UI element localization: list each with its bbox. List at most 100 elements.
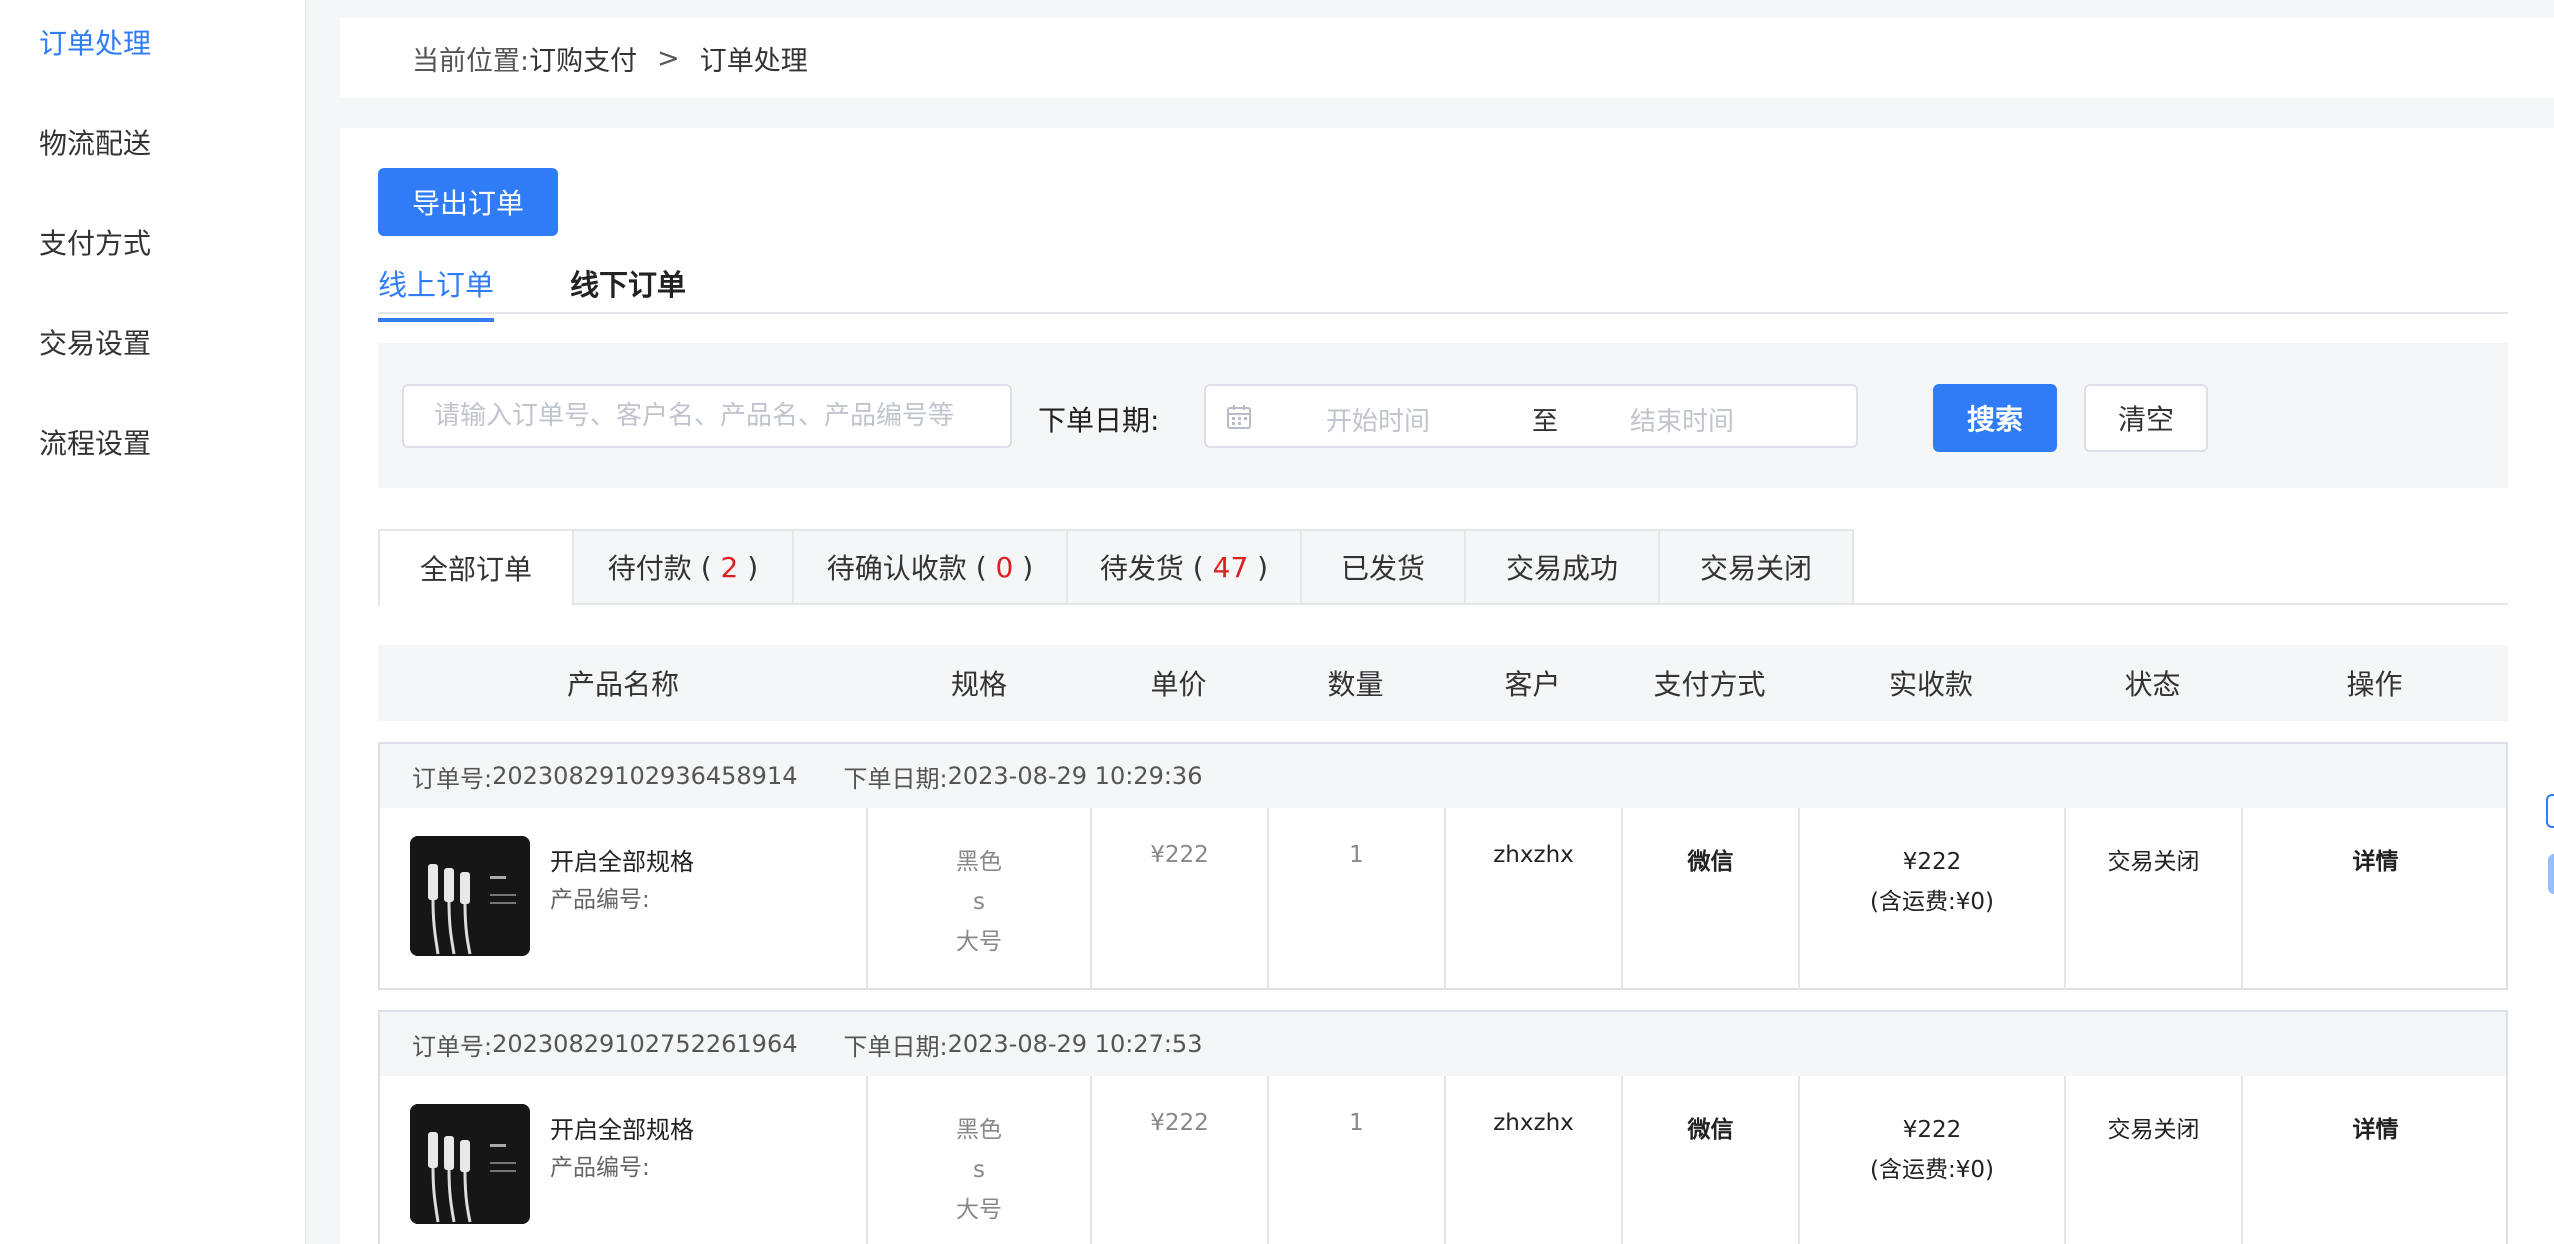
tab-pending-payment[interactable]: 待付款 ( 2 ) (572, 529, 794, 605)
order-row: 订单号: 20230829102936458914 下单日期: 2023-08-… (378, 742, 2508, 990)
unit-price: ¥222 (1150, 842, 1209, 868)
filter-bar: 下单日期: 开始时间 至 结束时间 搜索 清空 (378, 343, 2508, 488)
column-header-quantity: 数量 (1327, 668, 1384, 701)
order-date: 2023-08-29 10:29:36 (947, 762, 1203, 790)
quantity: 1 (1349, 1110, 1364, 1136)
start-date-input[interactable]: 开始时间 (1326, 401, 1430, 438)
column-header-product: 产品名称 (566, 668, 679, 701)
order-number: 20230829102936458914 (492, 762, 798, 790)
tab-trade-closed[interactable]: 交易关闭 (1658, 529, 1854, 605)
tab-label: 待付款 (607, 552, 692, 585)
tab-offline-orders[interactable]: 线下订单 (570, 262, 686, 304)
tab-label: 待确认收款 (826, 552, 967, 585)
tab-count-badge: 47 (1212, 550, 1249, 584)
sidebar-item-order-processing[interactable]: 订单处理 (39, 22, 151, 62)
order-date: 2023-08-29 10:27:53 (947, 1030, 1203, 1058)
sidebar-item-payment-methods[interactable]: 支付方式 (39, 222, 151, 262)
floating-widget-icon[interactable] (2546, 794, 2554, 828)
customer-cell: zhxzhx (1446, 808, 1623, 990)
product-thumbnail[interactable] (410, 836, 530, 956)
received-cell: ¥222 (含运费:¥0) (1800, 808, 2066, 990)
tab-label: 待发货 (1099, 552, 1184, 585)
quantity-cell: 1 (1269, 1076, 1446, 1244)
order-table-header: 产品名称 规格 单价 数量 客户 支付方式 实收款 状态 操作 (378, 645, 2508, 721)
export-orders-button[interactable]: 导出订单 (378, 168, 558, 236)
actions-cell: 详情 (2243, 808, 2508, 990)
order-status-tabs: 全部订单 待付款 ( 2 ) 待确认收款 ( 0 ) 待发货 ( 47 ) 已发… (378, 529, 2508, 607)
order-number: 20230829102752261964 (492, 1030, 798, 1058)
breadcrumb-item-order-payment[interactable]: 订购支付 (529, 39, 637, 78)
spec-cell: 黑色 s 大号 (868, 1076, 1092, 1244)
status-cell: 交易关闭 (2066, 808, 2243, 990)
details-link[interactable]: 详情 (2243, 842, 2508, 876)
order-status: 交易关闭 (2107, 1117, 2200, 1143)
received-amount: ¥222 (1902, 1117, 1962, 1143)
payment-method: 微信 (1687, 1117, 1734, 1143)
column-header-received: 实收款 (1888, 668, 1973, 701)
sidebar-item-logistics[interactable]: 物流配送 (39, 122, 151, 162)
customer-name: zhxzhx (1493, 842, 1574, 868)
floating-handle-icon[interactable] (2548, 854, 2554, 894)
details-link[interactable]: 详情 (2243, 1110, 2508, 1144)
search-input[interactable] (402, 384, 1012, 448)
column-header-actions: 操作 (2346, 668, 2403, 701)
spec-value: 黑色 (956, 849, 1002, 875)
quantity-cell: 1 (1269, 808, 1446, 990)
sidebar: 订单处理 物流配送 支付方式 交易设置 流程设置 (0, 0, 306, 1244)
spec-value: s (973, 889, 985, 915)
search-button[interactable]: 搜索 (1933, 384, 2057, 452)
order-header: 订单号: 20230829102936458914 下单日期: 2023-08-… (380, 744, 2506, 808)
order-type-tabs: 线上订单 线下订单 (378, 246, 2508, 322)
column-header-status: 状态 (2124, 668, 2181, 701)
tab-count-badge: 0 (995, 550, 1014, 584)
tab-count-badge: 2 (720, 550, 739, 584)
spec-value: 黑色 (956, 1117, 1002, 1143)
tab-pending-shipment[interactable]: 待发货 ( 47 ) (1066, 529, 1302, 605)
product-cell: 开启全部规格 产品编号: (380, 808, 868, 990)
end-date-input[interactable]: 结束时间 (1630, 401, 1734, 438)
actions-cell: 详情 (2243, 1076, 2508, 1244)
tab-trade-success[interactable]: 交易成功 (1464, 529, 1660, 605)
product-thumbnail[interactable] (410, 1104, 530, 1224)
sidebar-item-process-settings[interactable]: 流程设置 (39, 422, 151, 462)
payment-cell: 微信 (1623, 808, 1800, 990)
received-amount: ¥222 (1902, 849, 1962, 875)
tab-label: 交易成功 (1505, 552, 1618, 585)
order-date-label: 下单日期: (1038, 404, 1160, 437)
price-cell: ¥222 (1092, 1076, 1269, 1244)
order-number-label: 订单号: (412, 1032, 493, 1061)
spec-value: s (973, 1157, 985, 1183)
tab-label: 已发货 (1340, 552, 1425, 585)
column-header-price: 单价 (1150, 668, 1207, 701)
order-row: 订单号: 20230829102752261964 下单日期: 2023-08-… (378, 1010, 2508, 1244)
column-header-spec: 规格 (950, 668, 1007, 701)
order-header: 订单号: 20230829102752261964 下单日期: 2023-08-… (380, 1012, 2506, 1076)
tab-all-orders[interactable]: 全部订单 (378, 529, 574, 607)
spec-value: 大号 (956, 929, 1002, 955)
product-cell: 开启全部规格 产品编号: (380, 1076, 868, 1244)
product-code: 产品编号: (550, 887, 650, 913)
breadcrumb: 当前位置: 订购支付 > 订单处理 (340, 18, 2554, 98)
breadcrumb-separator: > (657, 42, 680, 74)
tab-pending-confirm-receipt[interactable]: 待确认收款 ( 0 ) (792, 529, 1068, 605)
product-name[interactable]: 开启全部规格 (550, 842, 694, 877)
received-cell: ¥222 (含运费:¥0) (1800, 1076, 2066, 1244)
order-date-label: 下单日期: (843, 764, 948, 793)
product-name[interactable]: 开启全部规格 (550, 1110, 694, 1145)
breadcrumb-item-order-processing: 订单处理 (699, 45, 808, 77)
order-date-label: 下单日期: (843, 1032, 948, 1061)
product-code: 产品编号: (550, 1155, 650, 1181)
tab-shipped[interactable]: 已发货 (1300, 529, 1466, 605)
clear-button[interactable]: 清空 (2084, 384, 2208, 452)
price-cell: ¥222 (1092, 808, 1269, 990)
tab-online-orders[interactable]: 线上订单 (378, 262, 495, 322)
date-range-picker[interactable]: 开始时间 至 结束时间 (1204, 384, 1858, 448)
payment-method: 微信 (1687, 849, 1734, 875)
sidebar-item-trade-settings[interactable]: 交易设置 (39, 322, 151, 362)
unit-price: ¥222 (1150, 1110, 1209, 1136)
customer-name: zhxzhx (1493, 1110, 1574, 1136)
payment-cell: 微信 (1623, 1076, 1800, 1244)
calendar-icon (1227, 405, 1251, 429)
customer-cell: zhxzhx (1446, 1076, 1623, 1244)
quantity: 1 (1349, 842, 1364, 868)
